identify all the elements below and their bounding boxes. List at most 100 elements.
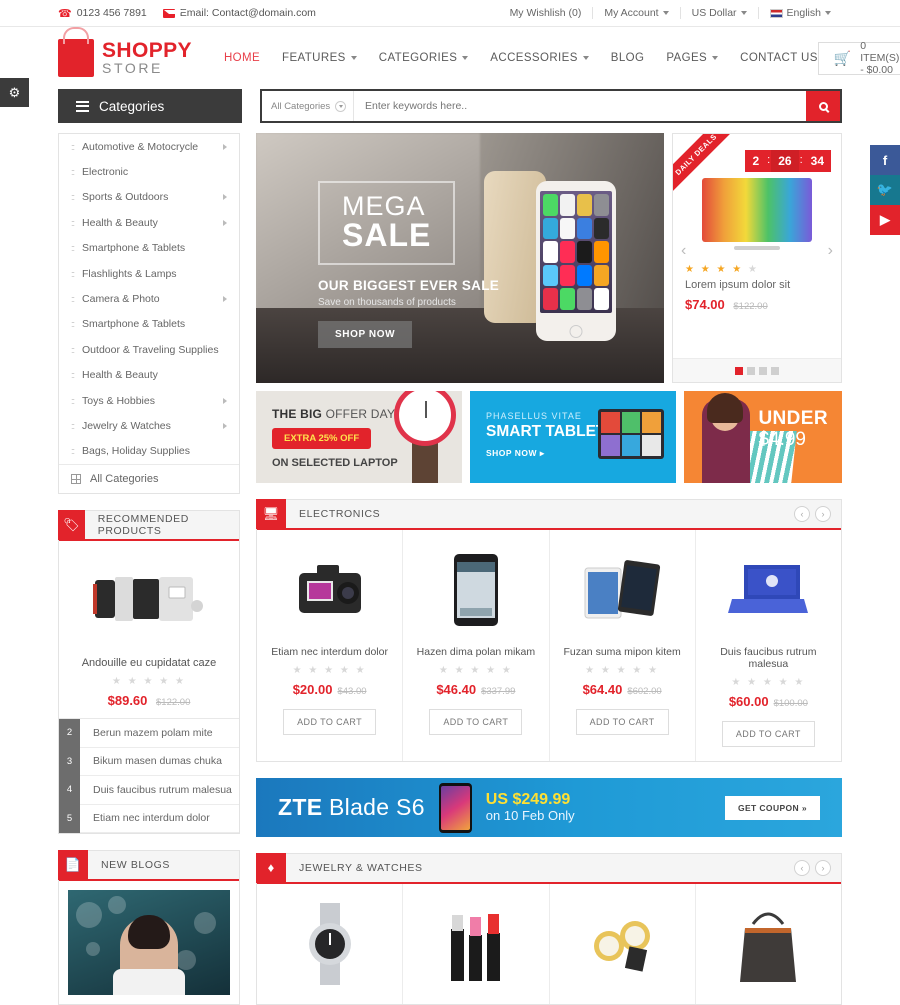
gold-watches-icon [594,921,651,972]
price-row: $64.40 $602.00 [558,682,687,697]
pagination-dot[interactable] [771,366,779,375]
nav-item-categories[interactable]: CATEGORIES [379,52,469,64]
product-card[interactable] [548,884,695,1004]
product-card[interactable]: Etiam nec interdum dolor ★ ★ ★ ★ ★ $20.00 $… [257,530,402,761]
list-item-number: 4 [59,775,80,805]
product-card[interactable]: Hazen dima polan mikam ★ ★ ★ ★ ★ $46.40 $33… [402,530,548,761]
list-item[interactable]: 2 Berun mazem polam mite [59,718,239,748]
search-submit-button[interactable] [806,91,840,121]
nav-item-contact-us[interactable]: CONTACT US [740,52,818,64]
app-icon [543,241,558,263]
carousel-prev-button[interactable]: ‹ [794,860,810,876]
settings-gear-button[interactable]: ⚙ [0,78,29,107]
youtube-icon[interactable]: ▶ [870,205,900,235]
chevron-down-icon [740,11,747,15]
category-item[interactable]: :: Toys & Hobbies [59,388,239,413]
category-item[interactable]: :: Bags, Holiday Supplies [59,439,239,464]
pagination-dot[interactable] [759,366,767,375]
carousel-next-button[interactable]: › [815,506,831,522]
carousel-next-button[interactable]: › [815,860,831,876]
product-card[interactable]: Fuzan suma mipon kitem ★ ★ ★ ★ ★ $64.40 $60… [548,530,695,761]
add-to-cart-button[interactable]: ADD TO CART [721,721,815,747]
zte-promo-banner[interactable]: ZTE Blade S6 US $249.99 on 10 Feb Only G… [256,778,842,837]
price-row: $89.60 $122.00 [69,693,229,708]
product-card[interactable] [402,884,548,1004]
category-item[interactable]: :: Electronic [59,159,239,184]
pagination-dot[interactable] [735,366,743,375]
add-to-cart-button[interactable]: ADD TO CART [429,709,523,735]
promo-offer-day[interactable]: THE BIG OFFER DAY EXTRA 25% OFF ON SELEC… [256,391,462,483]
category-label: Sports & Outdoors [82,191,169,204]
blog-thumbnail[interactable] [68,890,230,996]
account-menu[interactable]: My Account [592,7,679,19]
carousel-controls: ‹ › [794,860,841,876]
categories-toggle-button[interactable]: Categories [58,89,242,123]
list-item-label: Etiam nec interdum dolor [93,812,210,825]
list-item[interactable]: 4 Duis faucibus rutrum malesua [59,775,239,805]
category-item[interactable]: :: Health & Beauty [59,363,239,388]
category-label: Smartphone & Tablets [82,318,186,331]
chevron-down-icon [662,11,669,15]
all-categories-row[interactable]: All Categories [59,464,239,493]
category-item[interactable]: :: Smartphone & Tablets [59,236,239,261]
product-name: Hazen dima polan mikam [416,646,536,658]
zte-price: US $249.99 [485,791,571,808]
category-item[interactable]: :: Outdoor & Traveling Supplies [59,337,239,362]
nav-item-accessories[interactable]: ACCESSORIES [490,52,589,64]
current-price: $74.00 [685,297,725,312]
deal-next-button[interactable]: › [828,242,833,260]
recommended-featured-product[interactable]: Andouille eu cupidatat caze ★ ★ ★ ★ ★ $8… [59,541,239,720]
app-icon [594,217,609,240]
nav-item-features[interactable]: FEATURES [282,52,357,64]
list-item[interactable]: 5 Etiam nec interdum dolor [59,804,239,834]
promo-smart-tablet[interactable]: PHASELLUS VITAE SMART TABLET SHOP NOW ▸ [470,391,676,483]
category-item[interactable]: :: Jewelry & Watches [59,413,239,438]
category-label: Camera & Photo [82,293,160,306]
search-input[interactable] [354,91,806,121]
search-row: Categories All Categories [0,89,900,123]
currency-menu[interactable]: US Dollar [679,7,758,19]
nav-item-blog[interactable]: BLOG [611,52,645,64]
search-category-select[interactable]: All Categories [262,91,354,121]
promo-under-499[interactable]: UNDER $4.99 [684,391,842,483]
get-coupon-button[interactable]: GET COUPON » [724,795,820,820]
deal-prev-button[interactable]: ‹ [681,242,686,260]
facebook-icon[interactable]: f [870,145,900,175]
site-logo[interactable]: SHOPPY STORE [58,27,192,77]
cart-button[interactable]: 🛒 0 ITEM(S) - $0.00 [817,40,900,76]
category-item[interactable]: :: Camera & Photo [59,286,239,311]
app-icon [577,288,592,310]
category-item[interactable]: :: Sports & Outdoors [59,185,239,210]
add-to-cart-button[interactable]: ADD TO CART [283,709,377,735]
pagination-dot[interactable] [747,366,755,375]
rating-stars: ★ ★ ★ ★ ★ [685,264,759,275]
nav-item-pages[interactable]: PAGES [666,52,719,64]
wishlist-link[interactable]: My Wishlish (0) [499,7,593,19]
app-icon [543,194,558,216]
nav-item-home[interactable]: HOME [224,52,260,64]
category-item[interactable]: :: Health & Beauty [59,210,239,235]
recommended-list: 2 Berun mazem polam mite 3 Bikum masen duma… [59,718,239,834]
app-icon [594,241,609,263]
rating-stars: ★ ★ ★ ★ ★ [585,665,660,676]
language-menu[interactable]: English [757,7,842,19]
twitter-icon[interactable]: 🐦 [870,175,900,205]
app-icon [577,264,592,287]
product-card[interactable] [694,884,841,1004]
product-image [558,898,687,990]
tag-icon: 🏷 [58,509,85,540]
category-item[interactable]: :: Smartphone & Tablets [59,312,239,337]
hero-shop-now-button[interactable]: SHOP NOW [318,321,413,348]
dslr-camera-icon [298,565,361,613]
chevron-down-icon [350,56,357,60]
add-to-cart-button[interactable]: ADD TO CART [575,709,669,735]
category-item[interactable]: :: Flashlights & Lamps [59,261,239,286]
category-item[interactable]: :: Automotive & Motocrycle [59,134,239,159]
carousel-prev-button[interactable]: ‹ [794,506,810,522]
main-navigation: HOME FEATURES CATEGORIES ACCESSORIES BLO… [224,52,818,64]
home-button-icon [569,325,583,338]
product-card[interactable]: Duis faucibus rutrum malesua ★ ★ ★ ★ ★ $60… [694,530,841,761]
product-card[interactable] [257,884,402,1004]
list-item[interactable]: 3 Bikum masen dumas chuka [59,747,239,777]
hero-banner[interactable]: MEGA SALE OUR BIGGEST EVER SALE Save on t… [256,133,664,383]
